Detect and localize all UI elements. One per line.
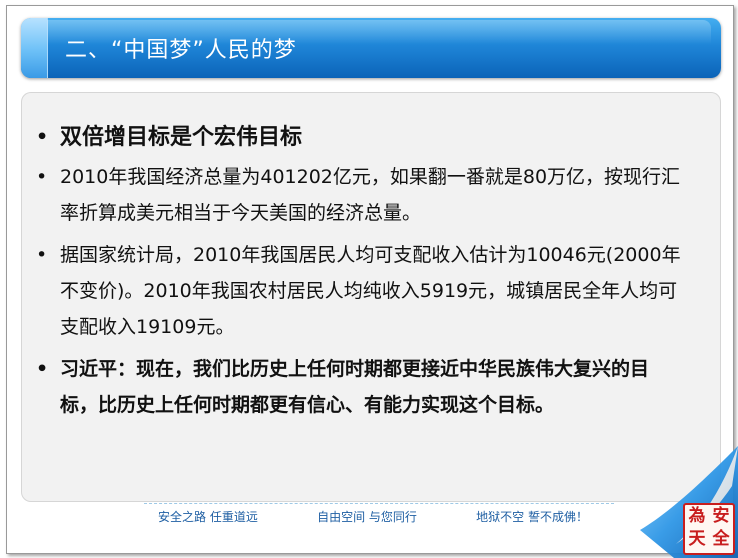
bullet-text: 习近平：现在，我们比历史上任何时期都更接近中华民族伟大复兴的目标，比历史上任何时… xyxy=(60,358,650,416)
bullet-dot-icon: • xyxy=(36,126,49,148)
bullet-text: 双倍增目标是个宏伟目标 xyxy=(60,125,303,150)
bullet-list: • 双倍增目标是个宏伟目标 • 2010年我国经济总量为401202亿元，如果翻… xyxy=(36,119,686,429)
bullet-item: • 据国家统计局，2010年我国居民人均可支配收入估计为10046元(2000年… xyxy=(36,237,686,345)
seal-char: 全 xyxy=(712,529,730,549)
bullet-dot-icon: • xyxy=(36,358,49,380)
seal-stamp: 為 安 天 全 xyxy=(683,503,735,555)
title-bar: 二、“中国梦”人民的梦 xyxy=(21,18,721,78)
bullet-item: • 双倍增目标是个宏伟目标 xyxy=(36,119,686,157)
footer-slogan: 地狱不空 誓不成佛！ xyxy=(476,510,588,524)
footer: 安全之路 任重道远 自由空间 与您同行 地狱不空 誓不成佛！ xyxy=(158,508,588,525)
bullet-dot-icon: • xyxy=(36,166,48,188)
seal-char: 天 xyxy=(688,529,706,549)
footer-slogan: 安全之路 任重道远 xyxy=(158,510,258,524)
bullet-item: • 习近平：现在，我们比历史上任何时期都更接近中华民族伟大复兴的目标，比历史上任… xyxy=(36,351,686,423)
footer-slogan: 自由空间 与您同行 xyxy=(317,510,417,524)
bullet-text: 据国家统计局，2010年我国居民人均可支配收入估计为10046元(2000年不变… xyxy=(60,244,681,338)
bullet-item: • 2010年我国经济总量为401202亿元，如果翻一番就是80万亿，按现行汇率… xyxy=(36,159,686,231)
slide-title: 二、“中国梦”人民的梦 xyxy=(65,38,297,63)
bullet-text: 2010年我国经济总量为401202亿元，如果翻一番就是80万亿，按现行汇率折算… xyxy=(60,166,681,224)
footer-divider xyxy=(144,503,614,504)
bullet-dot-icon: • xyxy=(36,244,48,266)
seal-char: 為 xyxy=(688,506,706,526)
title-accent xyxy=(21,18,48,78)
seal-char: 安 xyxy=(712,506,730,526)
